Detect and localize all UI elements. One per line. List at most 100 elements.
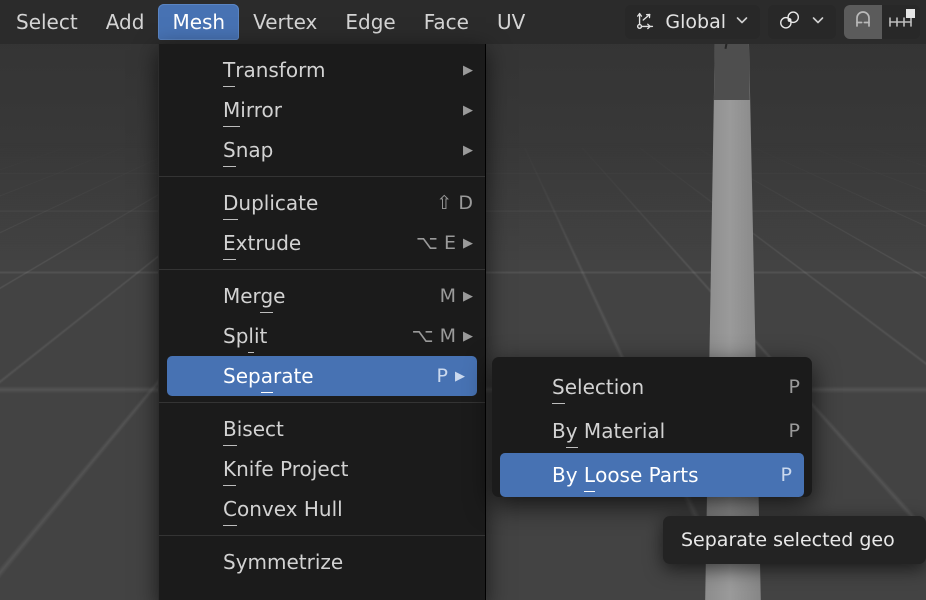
menu-tab-label: Select [16,10,78,34]
menu-item-accel: C [223,497,237,521]
menu-item-label-group: Symmetrize [223,550,343,574]
menu-item-accel: B [223,417,237,441]
menu-item-duplicate[interactable]: Duplicate ⇧ D [159,183,485,223]
tooltip: Separate selected geo [663,516,926,564]
transform-orientation-dropdown[interactable]: Global [625,5,760,39]
menu-item-extrude[interactable]: Extrude ⌥ E ▶ [159,223,485,263]
menu-item-label: Convex Hull [223,497,343,521]
menu-tab-label: Vertex [253,10,318,34]
viewport-header: Select Add Mesh Vertex Edge Face UV Glob… [0,0,926,44]
menu-item-label-group: Knife Project [223,457,349,481]
menu-item-accel: D [223,191,239,215]
menu-item-shortcut: P [788,420,800,442]
chevron-down-icon [734,11,750,33]
separate-submenu: Selection P By Material P By Loose Parts… [492,357,812,497]
menu-separator [159,269,485,270]
submenu-item-by-loose-parts[interactable]: By Loose Parts P [500,453,804,497]
transform-orientation-value: Global [665,10,726,33]
pivot-point-dropdown[interactable] [768,5,836,39]
submenu-arrow-icon: ▶ [463,142,473,158]
menu-item-accel: E [223,231,236,255]
menu-separator [159,176,485,177]
menu-item-label: Knife Project [223,457,349,481]
menu-item-label: Bisect [223,417,284,441]
menu-item-symmetrize[interactable]: Symmetrize [159,542,485,582]
submenu-item-by-material[interactable]: By Material P [492,409,812,453]
menu-item-merge[interactable]: Merge M ▶ [159,276,485,316]
magnet-icon-button[interactable] [844,5,882,39]
menu-item-label: uplicate [238,191,319,215]
menu-item-accel: l [248,324,254,348]
submenu-arrow-icon: ▶ [463,235,473,251]
menu-item-label-group: Separate [223,364,314,388]
menu-item-label: By Material [552,419,666,443]
menu-tab-vertex[interactable]: Vertex [239,4,331,40]
menu-separator [159,402,485,403]
menu-tab-uv[interactable]: UV [483,4,539,40]
menu-item-label-group: Split [223,324,267,348]
magnet-icon [850,7,876,37]
menu-tab-label: Edge [345,10,396,34]
menu-item-label: xtrude [235,231,302,255]
menu-item-label: Separate [223,364,314,388]
mesh-edge [660,500,662,600]
submenu-arrow-icon: ▶ [463,288,473,304]
menu-tab-label: Face [423,10,469,34]
menu-item-label: nap [235,138,274,162]
menu-separator [159,535,485,536]
menu-item-snap[interactable]: Snap ▶ [159,130,485,170]
menu-item-label: Symmetrize [223,550,344,574]
menu-tab-mesh[interactable]: Mesh [158,4,240,40]
mesh-dropdown-menu: Transform ▶ Mirror ▶ Snap ▶ Duplicate ⇧ … [158,44,486,600]
snap-toolgroup [844,5,920,39]
menu-tab-label: UV [496,10,526,34]
submenu-arrow-icon: ▶ [463,62,473,78]
menu-item-shortcut: P [780,464,792,486]
menu-item-split[interactable]: Split ⌥ M ▶ [159,316,485,356]
tooltip-text: Separate selected geo [681,529,895,551]
menu-item-label-group: By Material [552,419,665,443]
menu-item-label: Selection [552,375,645,399]
menu-item-knife-project[interactable]: Knife Project [159,449,485,489]
submenu-item-selection[interactable]: Selection P [492,365,812,409]
menu-item-label: By Loose Parts [552,463,699,487]
menu-item-shortcut: ⌥ E [416,232,456,254]
menu-item-label-group: Convex Hull [223,497,343,521]
menu-item-accel: y [565,419,578,443]
menu-tab-face[interactable]: Face [410,4,483,40]
menu-tab-edge[interactable]: Edge [331,4,409,40]
menu-item-transform[interactable]: Transform ▶ [159,50,485,90]
submenu-arrow-icon: ▶ [455,368,465,384]
menu-item-mirror[interactable]: Mirror ▶ [159,90,485,130]
blender-window: Select Add Mesh Vertex Edge Face UV Glob… [0,0,926,600]
menu-item-shortcut: P [436,365,448,387]
menu-item-label: ransform [235,58,326,82]
menu-item-accel: S [223,138,236,162]
menu-item-label-group: By Loose Parts [552,463,699,487]
menu-item-accel: T [223,58,236,82]
header-tools: Global [625,0,926,44]
menu-item-shortcut: ⇧ D [436,192,473,214]
menu-bar: Select Add Mesh Vertex Edge Face UV [0,0,539,44]
menu-item-label: irror [240,98,282,122]
menu-item-convex-hull[interactable]: Convex Hull [159,489,485,529]
menu-item-accel: a [260,364,273,388]
menu-item-label: Split [223,324,268,348]
menu-item-label-group: Merge [223,284,285,308]
mesh-edge [640,500,642,600]
menu-item-shortcut: ⌥ M [411,325,456,347]
submenu-arrow-icon: ▶ [463,102,473,118]
menu-item-label: Merge [223,284,286,308]
menu-item-separate[interactable]: Separate P ▶ [167,356,477,396]
snap-increment-badge [906,9,915,18]
menu-item-bisect[interactable]: Bisect [159,409,485,449]
menu-tab-select[interactable]: Select [2,4,92,40]
menu-item-accel: S [552,375,565,399]
menu-item-label-group: Selection [552,375,644,399]
snap-increment-icon-button[interactable] [882,5,920,39]
submenu-arrow-icon: ▶ [463,328,473,344]
transform-orientation-icon [635,9,657,36]
menu-tab-add[interactable]: Add [92,4,159,40]
menu-item-accel: g [260,284,274,308]
menu-item-accel: K [223,457,237,481]
